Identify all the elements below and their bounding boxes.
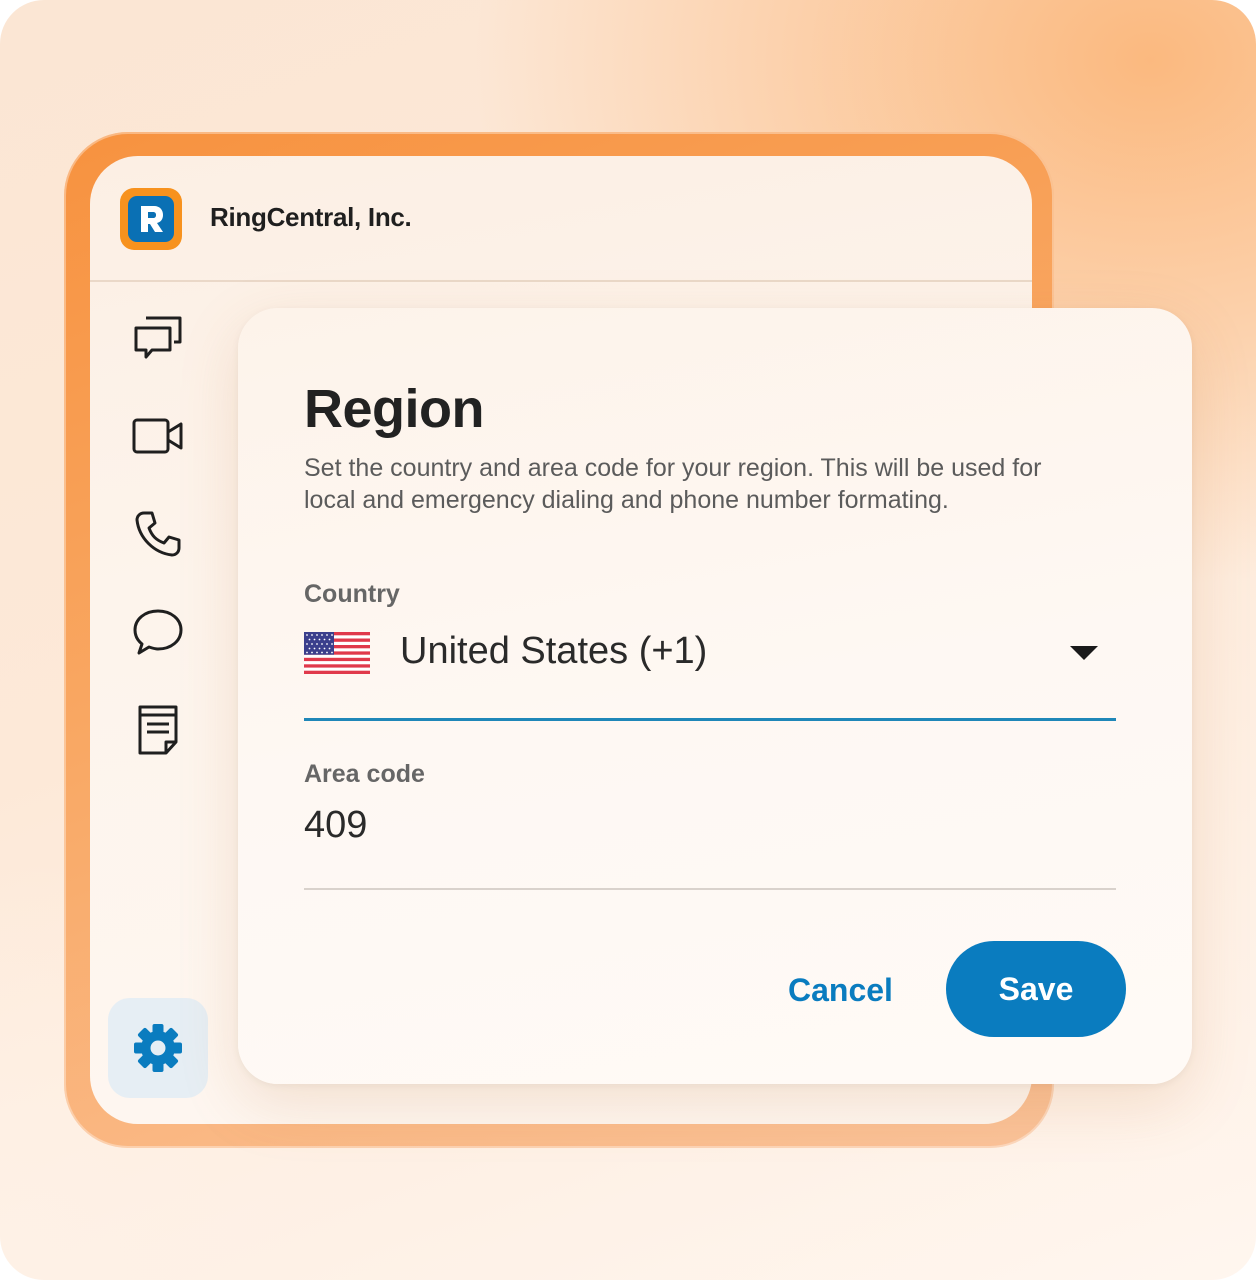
country-label: Country xyxy=(304,580,400,608)
speech-bubble-icon[interactable] xyxy=(130,604,186,660)
video-camera-icon[interactable] xyxy=(130,408,186,464)
area-code-label: Area code xyxy=(304,760,425,788)
ringcentral-logo-icon xyxy=(120,188,182,250)
dialog-title: Region xyxy=(304,379,485,439)
phone-icon[interactable] xyxy=(130,506,186,562)
cancel-button[interactable]: Cancel xyxy=(788,972,893,1009)
settings-button[interactable] xyxy=(108,998,208,1098)
note-icon[interactable] xyxy=(130,702,186,758)
app-header: RingCentral, Inc. xyxy=(90,156,1032,282)
background-canvas: RingCentral, Inc. Region Set the country… xyxy=(0,0,1256,1280)
gear-icon xyxy=(134,1024,182,1072)
country-value: United States (+1) xyxy=(400,630,708,672)
us-flag-icon xyxy=(304,632,370,674)
country-select[interactable]: United States (+1) xyxy=(304,622,1116,721)
company-name: RingCentral, Inc. xyxy=(210,202,412,232)
dialog-description: Set the country and area code for your r… xyxy=(304,454,1042,514)
chevron-down-icon[interactable] xyxy=(1070,646,1098,660)
area-code-value: 409 xyxy=(304,804,368,846)
save-button[interactable]: Save xyxy=(946,941,1126,1037)
region-dialog: Region Set the country and area code for… xyxy=(238,308,1192,1084)
chat-bubbles-icon[interactable] xyxy=(130,310,186,366)
area-code-input[interactable]: 409 xyxy=(304,798,1116,890)
